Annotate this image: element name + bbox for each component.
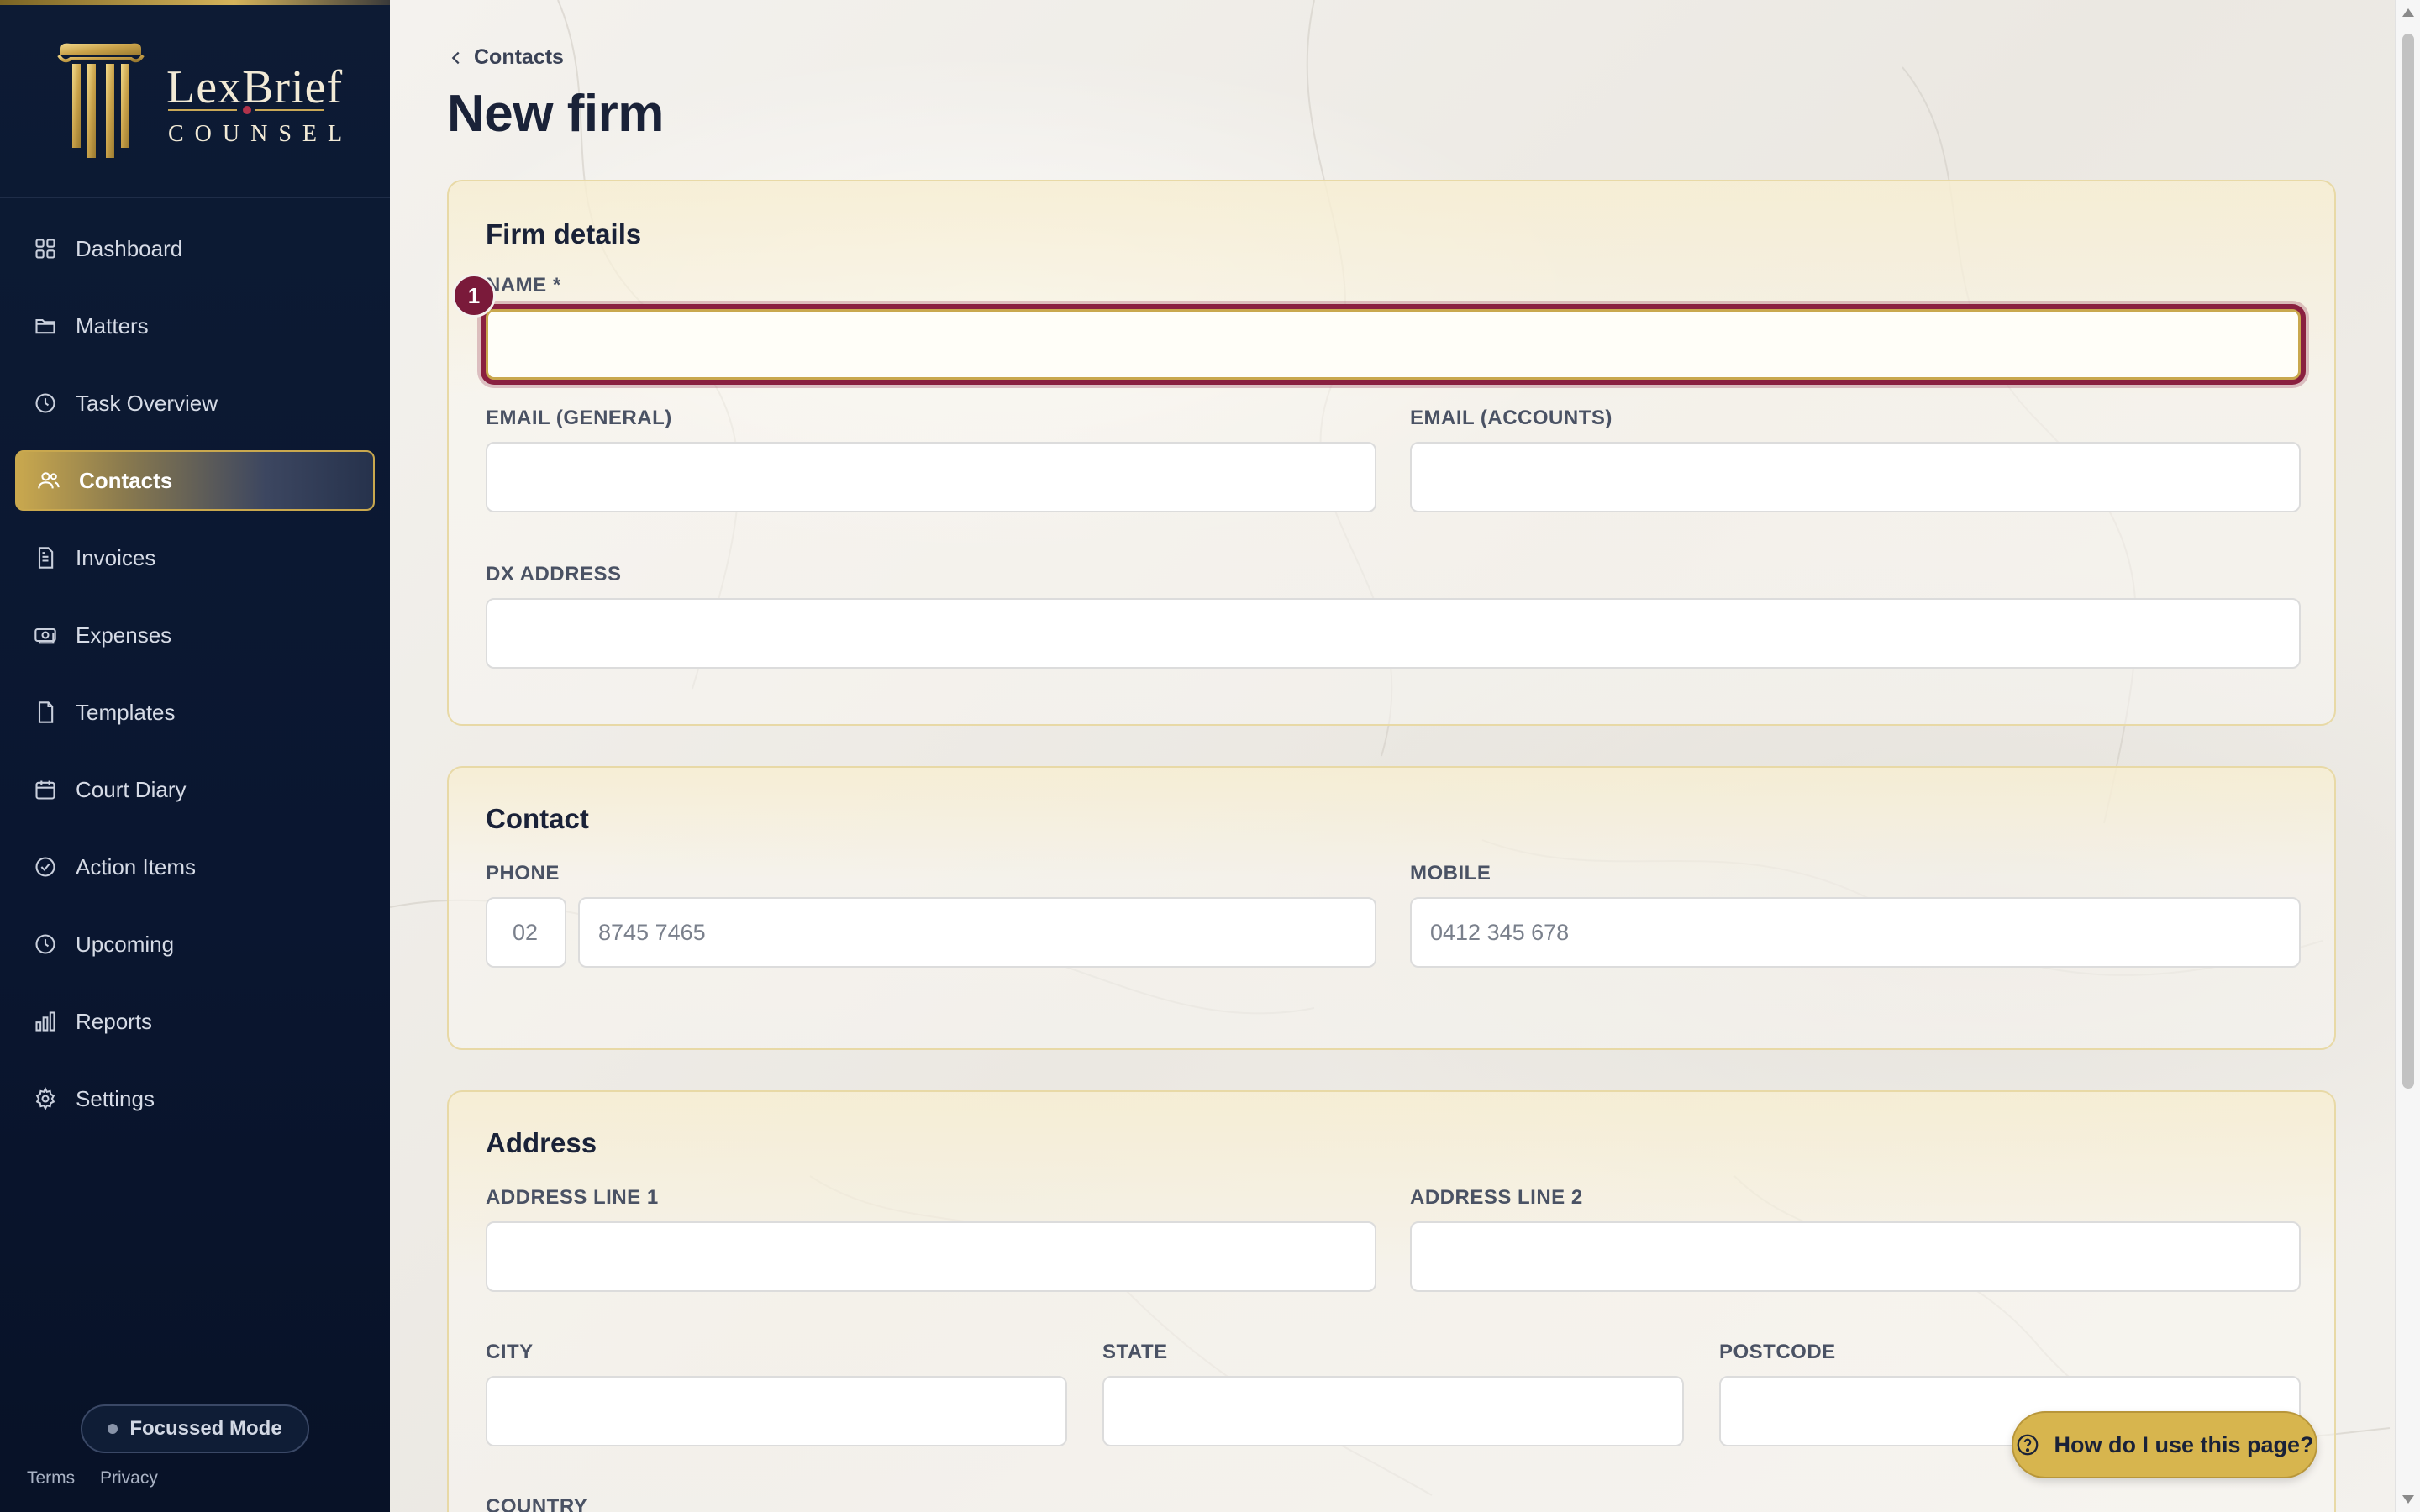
help-button[interactable]: How do I use this page?	[2012, 1411, 2317, 1478]
city-label: CITY	[486, 1341, 534, 1363]
sidebar-item-dashboard[interactable]: Dashboard	[15, 218, 375, 279]
sidebar-item-expenses[interactable]: Expenses	[15, 605, 375, 665]
name-input[interactable]	[486, 309, 2301, 380]
email-accounts-label: EMAIL (ACCOUNTS)	[1410, 407, 1612, 429]
clock-icon	[35, 393, 55, 413]
focussed-mode-toggle[interactable]: Focussed Mode	[81, 1404, 309, 1453]
sidebar-item-label: Settings	[76, 1085, 155, 1111]
gear-icon	[35, 1087, 55, 1110]
sidebar-item-settings[interactable]: Settings	[15, 1068, 375, 1129]
name-label: NAME *	[486, 274, 561, 297]
sidebar-nav: Dashboard Matters Task Overview Contacts…	[0, 218, 390, 1146]
check-circle-icon	[35, 857, 55, 877]
invoice-icon	[38, 547, 54, 569]
contact-title: Contact	[486, 803, 589, 834]
city-input[interactable]	[486, 1376, 1067, 1446]
country-label: COUNTRY	[486, 1495, 588, 1512]
address-line-2-label: ADDRESS LINE 2	[1410, 1186, 1583, 1209]
address-line-1-input[interactable]	[486, 1221, 1376, 1292]
sidebar-item-label: Matters	[76, 312, 149, 339]
breadcrumb[interactable]: Contacts	[447, 45, 564, 70]
scroll-up-arrow-icon[interactable]	[2402, 8, 2414, 17]
sidebar-item-label: Contacts	[79, 467, 173, 493]
calendar-icon	[35, 780, 55, 800]
breadcrumb-contacts-link[interactable]: Contacts	[474, 45, 564, 70]
mobile-input[interactable]: 0412 345 678	[1410, 897, 2301, 968]
banknote-icon	[34, 627, 56, 644]
sidebar-item-task-overview[interactable]: Task Overview	[15, 373, 375, 433]
help-button-label: How do I use this page?	[2054, 1431, 2314, 1457]
brand-tagline: COUNSEL	[168, 121, 354, 147]
users-icon	[38, 472, 60, 489]
firm-details-card: Firm details NAME * 1 EMAIL (GENERAL) EM…	[447, 180, 2336, 726]
sidebar-item-label: Court Diary	[76, 776, 187, 802]
bar-chart-icon	[35, 1011, 55, 1032]
sidebar-item-label: Invoices	[76, 544, 156, 570]
sidebar: LexBrief COUNSEL Dashboard Matters Task …	[0, 0, 390, 1512]
sidebar-item-templates[interactable]: Templates	[15, 682, 375, 743]
sidebar-item-court-diary[interactable]: Court Diary	[15, 759, 375, 820]
terms-link[interactable]: Terms	[27, 1468, 75, 1488]
firm-details-title: Firm details	[486, 218, 642, 249]
dx-address-input[interactable]	[486, 598, 2301, 669]
brand-name: LexBrief	[166, 61, 344, 113]
sidebar-item-label: Action Items	[76, 853, 197, 879]
page-scrollbar[interactable]	[2395, 0, 2420, 1512]
dashboard-grid-icon	[35, 239, 55, 259]
postcode-label: POSTCODE	[1719, 1341, 1836, 1363]
page-title: New firm	[447, 85, 664, 143]
sidebar-item-matters[interactable]: Matters	[15, 296, 375, 356]
sidebar-item-upcoming[interactable]: Upcoming	[15, 914, 375, 974]
brand-dot	[243, 106, 251, 114]
state-input[interactable]	[1102, 1376, 1684, 1446]
folder-icon	[35, 318, 55, 334]
email-general-label: EMAIL (GENERAL)	[486, 407, 672, 429]
sidebar-item-label: Templates	[76, 699, 176, 725]
scroll-down-arrow-icon[interactable]	[2402, 1495, 2414, 1504]
sidebar-item-label: Dashboard	[76, 235, 183, 261]
footer-links: Terms Privacy	[27, 1468, 178, 1488]
sidebar-item-invoices[interactable]: Invoices	[15, 528, 375, 588]
privacy-link[interactable]: Privacy	[100, 1468, 158, 1488]
document-icon	[38, 701, 54, 723]
state-label: STATE	[1102, 1341, 1168, 1363]
step-badge: 1	[452, 274, 496, 318]
sidebar-item-label: Reports	[76, 1008, 153, 1034]
focussed-mode-label: Focussed Mode	[129, 1417, 282, 1440]
chevron-left-icon	[451, 51, 460, 64]
phone-input[interactable]: 8745 7465	[578, 897, 1376, 968]
sidebar-item-label: Upcoming	[76, 931, 175, 957]
sidebar-item-label: Expenses	[76, 622, 172, 648]
main-content: Contacts New firm Firm details NAME * 1 …	[390, 0, 2395, 1512]
mobile-label: MOBILE	[1410, 862, 1491, 885]
phone-area-code-input[interactable]: 02	[486, 897, 566, 968]
address-line-2-input[interactable]	[1410, 1221, 2301, 1292]
scrollbar-thumb[interactable]	[2402, 34, 2414, 1089]
contact-card: Contact PHONE 02 8745 7465 MOBILE 0412 3…	[447, 766, 2336, 1050]
phone-label: PHONE	[486, 862, 560, 885]
sidebar-item-action-items[interactable]: Action Items	[15, 837, 375, 897]
sidebar-item-contacts[interactable]: Contacts	[15, 450, 375, 511]
email-accounts-input[interactable]	[1410, 442, 2301, 512]
question-circle-icon	[2018, 1434, 2039, 1456]
email-general-input[interactable]	[486, 442, 1376, 512]
address-line-1-label: ADDRESS LINE 1	[486, 1186, 659, 1209]
status-dot-icon	[108, 1424, 118, 1434]
sidebar-item-reports[interactable]: Reports	[15, 991, 375, 1052]
dx-address-label: DX ADDRESS	[486, 563, 622, 585]
brand-logo[interactable]: LexBrief COUNSEL	[0, 5, 390, 198]
sidebar-item-label: Task Overview	[76, 390, 218, 416]
pillar-logo-icon	[57, 43, 145, 158]
address-title: Address	[486, 1127, 597, 1158]
clock-icon	[35, 934, 55, 954]
